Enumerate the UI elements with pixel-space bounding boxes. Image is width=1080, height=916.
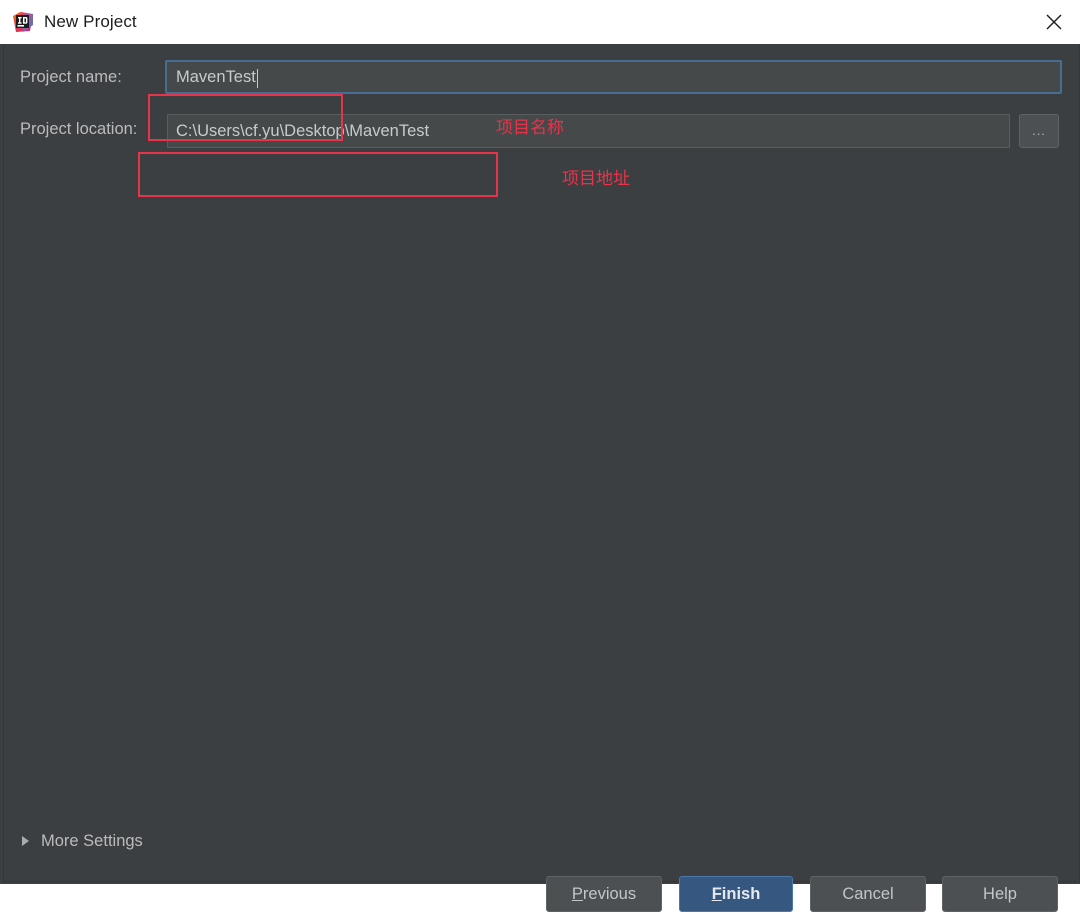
- previous-button[interactable]: Previous: [546, 876, 662, 912]
- finish-button[interactable]: Finish: [679, 876, 793, 912]
- project-location-label: Project location:: [20, 120, 138, 138]
- finish-button-mnemonic: F: [711, 884, 722, 903]
- window-title: New Project: [44, 12, 137, 31]
- dialog-content: Project name: MavenTest Project location…: [0, 44, 1080, 912]
- browse-folder-button[interactable]: ...: [1019, 114, 1059, 148]
- annotation-label-project-location: 项目地址: [562, 169, 630, 189]
- project-name-value: MavenTest: [176, 67, 256, 86]
- finish-button-label: inish: [721, 884, 761, 903]
- previous-button-label: revious: [582, 884, 637, 903]
- project-name-label: Project name:: [20, 68, 122, 86]
- more-settings-label: More Settings: [41, 831, 143, 850]
- new-project-dialog: New Project Project name: MavenTest Proj…: [0, 0, 1080, 912]
- more-settings-toggle[interactable]: More Settings: [22, 829, 143, 853]
- ellipsis-icon: ...: [1032, 123, 1046, 138]
- help-button[interactable]: Help: [942, 876, 1058, 912]
- chevron-right-icon: [22, 836, 29, 846]
- annotation-label-project-name: 项目名称: [496, 118, 564, 138]
- annotation-box-project-location: [138, 152, 498, 197]
- cancel-button[interactable]: Cancel: [810, 876, 926, 912]
- previous-button-mnemonic: P: [571, 884, 583, 903]
- text-caret: [256, 68, 258, 88]
- dialog-footer: Previous Finish Cancel Help: [0, 876, 1080, 916]
- title-bar: New Project: [0, 0, 1080, 44]
- project-location-value: C:\Users\cf.yu\Desktop\MavenTest: [176, 121, 430, 140]
- project-location-input[interactable]: C:\Users\cf.yu\Desktop\MavenTest: [167, 114, 1010, 148]
- close-icon[interactable]: [1028, 0, 1080, 44]
- cancel-button-label: Cancel: [842, 884, 894, 903]
- help-button-label: Help: [983, 884, 1017, 903]
- intellij-idea-icon: [12, 11, 34, 33]
- project-name-input[interactable]: MavenTest: [165, 60, 1062, 94]
- left-edge-divider: [3, 44, 4, 882]
